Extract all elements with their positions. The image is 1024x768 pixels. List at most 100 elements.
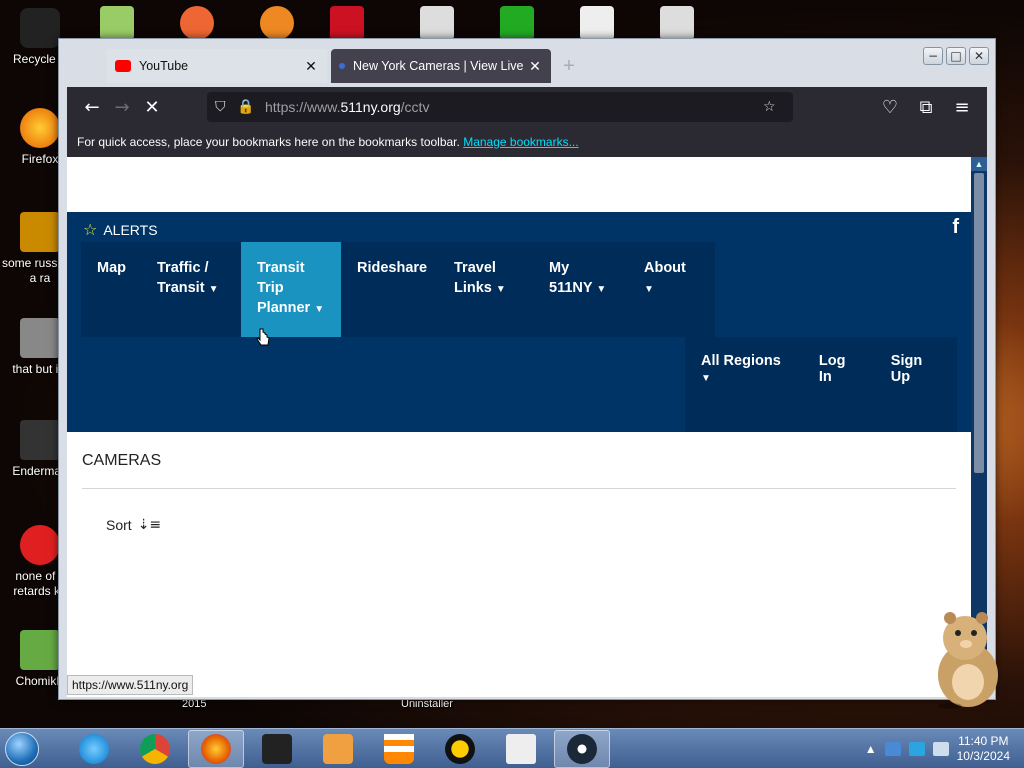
url-bar[interactable]: ⛉ 🔒 https://www.511ny.org/cctv ☆ <box>207 92 793 122</box>
forward-button[interactable]: → <box>107 92 137 122</box>
network-icon[interactable] <box>884 741 901 756</box>
page-viewport: ☆ ALERTS f Map Traffic / Transit ▼ Trans… <box>67 157 971 697</box>
file-icon[interactable] <box>260 6 294 40</box>
tab-new-york-cameras[interactable]: New York Cameras | View Live N ✕ <box>331 49 551 83</box>
file-icon <box>20 212 60 252</box>
nav-toolbar: ← → ✕ ⛉ 🔒 https://www.511ny.org/cctv ☆ ♡… <box>67 87 987 127</box>
close-icon: ✕ <box>144 96 160 118</box>
menu-item-label: Transit Trip Planner <box>257 260 311 316</box>
menu-item-my-511ny[interactable]: My 511NY ▼ <box>533 242 628 337</box>
tab-youtube[interactable]: YouTube ✕ <box>107 49 327 83</box>
taskbar-item-chrome[interactable] <box>127 730 183 768</box>
lock-icon[interactable]: 🔒 <box>237 99 259 115</box>
url-domain: 511ny.org <box>340 99 401 115</box>
menu-button[interactable]: ≡ <box>947 92 977 122</box>
taskbar-item-vlc[interactable] <box>371 730 427 768</box>
taskbar: ▲ 11:40 PM 10/3/2024 <box>0 728 1024 768</box>
url-path: /cctv <box>400 99 430 115</box>
calendar-icon <box>506 733 536 764</box>
tab-title: New York Cameras | View Live N <box>353 59 527 73</box>
start-button[interactable] <box>0 730 44 768</box>
clock-date: 10/3/2024 <box>956 748 1010 763</box>
close-tab-icon[interactable]: ✕ <box>303 58 319 75</box>
caret-down-icon: ▼ <box>208 284 219 295</box>
taskbar-item-firefox[interactable] <box>188 729 244 768</box>
system-tray: ▲ 11:40 PM 10/3/2024 <box>865 734 1024 764</box>
file-icon[interactable] <box>330 6 364 40</box>
manage-bookmarks-link[interactable]: Manage bookmarks... <box>463 135 578 149</box>
menu-item-label: Travel Links <box>454 260 496 296</box>
clock-time: 11:40 PM <box>958 733 1009 748</box>
firefox-icon <box>20 108 60 148</box>
alerts-link[interactable]: ☆ ALERTS <box>83 220 158 239</box>
tab-title: YouTube <box>139 59 189 73</box>
caret-down-icon: ▼ <box>596 284 607 295</box>
star-icon[interactable]: ☆ <box>763 99 785 115</box>
menu-item-traffic-transit[interactable]: Traffic / Transit ▼ <box>141 242 241 337</box>
menu-item-label: About <box>644 260 686 276</box>
all-regions-dropdown[interactable]: All Regions ▼ <box>685 353 803 432</box>
star-icon: ☆ <box>83 220 98 239</box>
display-icon[interactable] <box>908 741 925 756</box>
page-title: CAMERAS <box>82 452 956 489</box>
firefox-icon <box>201 733 231 764</box>
new-tab-button[interactable]: + <box>555 49 583 83</box>
arrow-left-icon: ← <box>84 96 100 118</box>
close-tab-icon[interactable]: ✕ <box>527 58 543 75</box>
taskbar-item-ie[interactable] <box>66 730 122 768</box>
extensions-button[interactable]: ⧉ <box>911 92 941 122</box>
close-window-button[interactable]: ✕ <box>969 47 989 65</box>
menu-item-rideshare[interactable]: Rideshare <box>341 242 438 337</box>
clock[interactable]: 11:40 PM 10/3/2024 <box>957 734 1010 764</box>
file-icon[interactable] <box>180 6 214 40</box>
taskbar-item-aimp[interactable] <box>432 730 488 768</box>
sort-ascending-icon: ⇣≡ <box>137 517 162 533</box>
file-icon[interactable] <box>580 6 614 40</box>
scroll-up-icon[interactable]: ▲ <box>971 157 987 171</box>
maximize-button[interactable]: □ <box>946 47 966 65</box>
facebook-icon[interactable]: f <box>952 216 959 239</box>
menu-item-map[interactable]: Map <box>81 242 141 337</box>
status-bar-url: https://www.511ny.org <box>67 675 194 695</box>
toolbar-right: ♡ ⧉ ≡ <box>875 92 977 122</box>
shield-icon[interactable]: ⛉ <box>215 99 237 115</box>
tab-strip: YouTube ✕ New York Cameras | View Live N… <box>107 49 583 83</box>
chrome-icon <box>140 733 170 764</box>
puzzle-icon: ⧉ <box>919 96 933 118</box>
volume-icon[interactable] <box>932 741 949 756</box>
taskbar-item-calendar[interactable] <box>493 730 549 768</box>
menu-item-transit-trip-planner[interactable]: Transit Trip Planner ▼ <box>241 242 341 337</box>
regions-label: All Regions <box>701 353 781 369</box>
menu-item-about[interactable]: About ▼ <box>628 242 715 337</box>
file-icon[interactable] <box>660 6 694 40</box>
scrollbar-thumb[interactable] <box>974 173 984 473</box>
url-text[interactable]: https://www.511ny.org/cctv <box>265 99 763 115</box>
back-button[interactable]: ← <box>77 92 107 122</box>
minimize-button[interactable]: − <box>923 47 943 65</box>
taskbar-pinned <box>66 729 610 768</box>
browser-window: − □ ✕ YouTube ✕ New York Cameras | View … <box>58 38 996 700</box>
file-icon[interactable] <box>420 6 454 40</box>
tray-expand-icon[interactable]: ▲ <box>865 742 877 756</box>
file-icon[interactable] <box>100 6 134 40</box>
recycle-bin-icon <box>20 8 60 48</box>
windows-orb-icon <box>5 731 39 766</box>
hand-cursor-icon <box>256 328 270 346</box>
taskbar-item-steam[interactable] <box>554 729 610 768</box>
sort-control[interactable]: Sort ⇣≡ <box>106 517 971 533</box>
menu-item-travel-links[interactable]: Travel Links ▼ <box>438 242 533 337</box>
account-menu: All Regions ▼ Log In Sign Up <box>685 337 957 432</box>
alerts-label: ALERTS <box>103 221 158 238</box>
file-icon[interactable] <box>500 6 534 40</box>
arrow-right-icon: → <box>114 96 130 118</box>
taskbar-item-media[interactable] <box>310 730 366 768</box>
login-link[interactable]: Log In <box>803 353 875 432</box>
stop-button[interactable]: ✕ <box>137 92 167 122</box>
site-header-banner <box>67 157 971 212</box>
loading-icon <box>339 63 345 69</box>
hamburger-icon: ≡ <box>954 96 970 118</box>
signup-link[interactable]: Sign Up <box>875 353 957 432</box>
vlc-icon <box>384 733 414 764</box>
pocket-button[interactable]: ♡ <box>875 92 905 122</box>
taskbar-item-app[interactable] <box>249 730 305 768</box>
